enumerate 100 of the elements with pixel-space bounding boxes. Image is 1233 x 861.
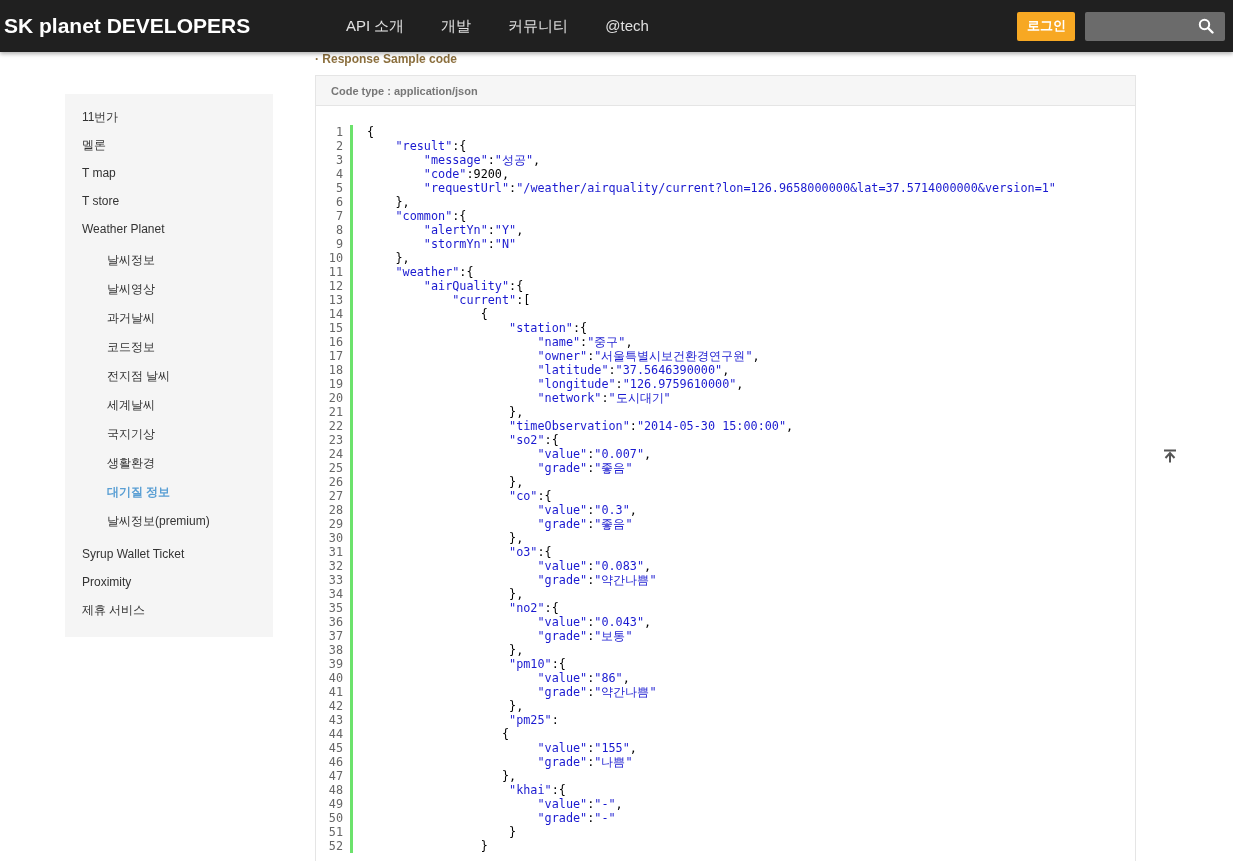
line-number: 4	[334, 167, 343, 181]
code-line: }	[479, 839, 489, 853]
code-line: "common":{	[394, 209, 468, 223]
sidebar-subitem[interactable]: 세계날씨	[65, 391, 273, 420]
code-line: },	[508, 643, 525, 657]
code-line: "stormYn":"N"	[422, 237, 518, 251]
code-line: "grade":"좋음"	[536, 517, 634, 531]
line-number: 8	[334, 223, 343, 237]
scroll-top-button[interactable]	[1163, 449, 1177, 463]
line-number: 28	[327, 503, 343, 517]
code-line: },	[508, 475, 525, 489]
line-number: 27	[327, 489, 343, 503]
line-number: 10	[327, 251, 343, 265]
code-line: "network":"도시대기"	[536, 391, 672, 405]
line-number: 48	[327, 783, 343, 797]
code-line: },	[508, 405, 525, 419]
line-number: 26	[327, 475, 343, 489]
code-line: "value":"0.043",	[536, 615, 653, 629]
code-line: "timeObservation":"2014-05-30 15:00:00",	[508, 419, 795, 433]
line-number: 1	[334, 125, 343, 139]
sidebar-subitem[interactable]: 국지기상	[65, 420, 273, 449]
sidebar-item[interactable]: 제휴 서비스	[65, 596, 273, 624]
code-line: }	[508, 825, 518, 839]
nav-link[interactable]: 커뮤니티	[508, 16, 569, 36]
line-number: 34	[327, 587, 343, 601]
line-number: 46	[327, 755, 343, 769]
code-line: {	[479, 307, 489, 321]
line-number: 23	[327, 433, 343, 447]
code-line: "grade":"나쁨"	[536, 755, 634, 769]
line-number: 43	[327, 713, 343, 727]
code-type-label: Code type : application/json	[331, 84, 478, 97]
line-number: 22	[327, 419, 343, 433]
code-line: {	[500, 727, 511, 741]
code-line: },	[508, 587, 525, 601]
nav-link[interactable]: 개발	[441, 16, 472, 36]
line-number: 6	[334, 195, 343, 209]
sidebar-subitem[interactable]: 생활환경	[65, 449, 273, 478]
code-line: },	[394, 195, 411, 209]
line-number: 49	[327, 797, 343, 811]
line-number: 20	[327, 391, 343, 405]
code-line: "grade":"약간나쁨"	[536, 685, 658, 699]
search-field[interactable]	[1085, 11, 1225, 41]
code-line: "grade":"약간나쁨"	[536, 573, 658, 587]
line-number: 14	[327, 307, 343, 321]
code-line: "no2":{	[508, 601, 560, 615]
line-number: 45	[327, 741, 343, 755]
line-number: 5	[334, 181, 343, 195]
code-line: "grade":"보통"	[536, 629, 634, 643]
nav-link[interactable]: API 소개	[346, 16, 405, 36]
sidebar-item[interactable]: Proximity	[65, 568, 273, 596]
line-number: 47	[327, 769, 343, 783]
line-number: 15	[327, 321, 343, 335]
line-number: 42	[327, 699, 343, 713]
sidebar-item[interactable]: 멜론	[65, 131, 273, 159]
code-line: "so2":{	[508, 433, 560, 447]
sidebar-subitem[interactable]: 날씨정보	[65, 246, 273, 275]
line-number: 33	[327, 573, 343, 587]
line-number: 7	[334, 209, 343, 223]
sidebar-subitem[interactable]: 날씨정보(premium)	[65, 507, 273, 536]
line-number: 24	[327, 447, 343, 461]
code-line: },	[508, 531, 525, 545]
sidebar-subitem[interactable]: 코드정보	[65, 333, 273, 362]
code-line: "requestUrl":"/weather/airquality/current?lon=126.9658000000&lat=37.5714000000&version=1"	[422, 181, 1056, 195]
line-number: 29	[327, 517, 343, 531]
site-logo[interactable]: SK planet DEVELOPERS	[0, 14, 346, 38]
nav-link[interactable]: @tech	[605, 16, 649, 36]
code-line: "station":{	[508, 321, 589, 335]
line-number: 31	[327, 545, 343, 559]
code-line: "airQuality":{	[422, 279, 525, 293]
code-line: "message":"성공",	[422, 153, 542, 167]
code-line: "grade":"좋음"	[536, 461, 634, 475]
code-line: "value":"0.007",	[536, 447, 653, 461]
sidebar-item[interactable]: Syrup Wallet Ticket	[65, 540, 273, 568]
code-line: "code":9200,	[422, 167, 511, 181]
search-icon[interactable]	[1198, 18, 1214, 34]
code-line: "pm10":{	[508, 657, 567, 671]
sidebar-item[interactable]: Weather Planet	[65, 215, 273, 243]
sidebar-subitem[interactable]: 과거날씨	[65, 304, 273, 333]
line-number: 38	[327, 643, 343, 657]
sidebar-item[interactable]: 11번가	[65, 103, 273, 131]
sidebar-item[interactable]: T map	[65, 159, 273, 187]
code-line: "longitude":"126.9759610000",	[536, 377, 745, 391]
sidebar-subitem[interactable]: 날씨영상	[65, 275, 273, 304]
code-line: {	[367, 125, 376, 139]
line-number: 9	[334, 237, 343, 251]
line-number: 44	[327, 727, 343, 741]
line-number: 52	[327, 839, 343, 853]
sidebar-subitem[interactable]: 전지점 날씨	[65, 362, 273, 391]
line-number: 40	[327, 671, 343, 685]
code-line: "owner":"서울특별시보건환경연구원",	[536, 349, 761, 363]
line-number: 3	[334, 153, 343, 167]
sidebar-item[interactable]: T store	[65, 187, 273, 215]
code-line: "alertYn":"Y",	[422, 223, 525, 237]
line-number: 2	[334, 139, 343, 153]
code-line: "value":"86",	[536, 671, 631, 685]
line-number: 25	[327, 461, 343, 475]
line-number: 37	[327, 629, 343, 643]
line-number: 16	[327, 335, 343, 349]
code-line: },	[500, 769, 518, 783]
code-line: "o3":{	[508, 545, 553, 559]
